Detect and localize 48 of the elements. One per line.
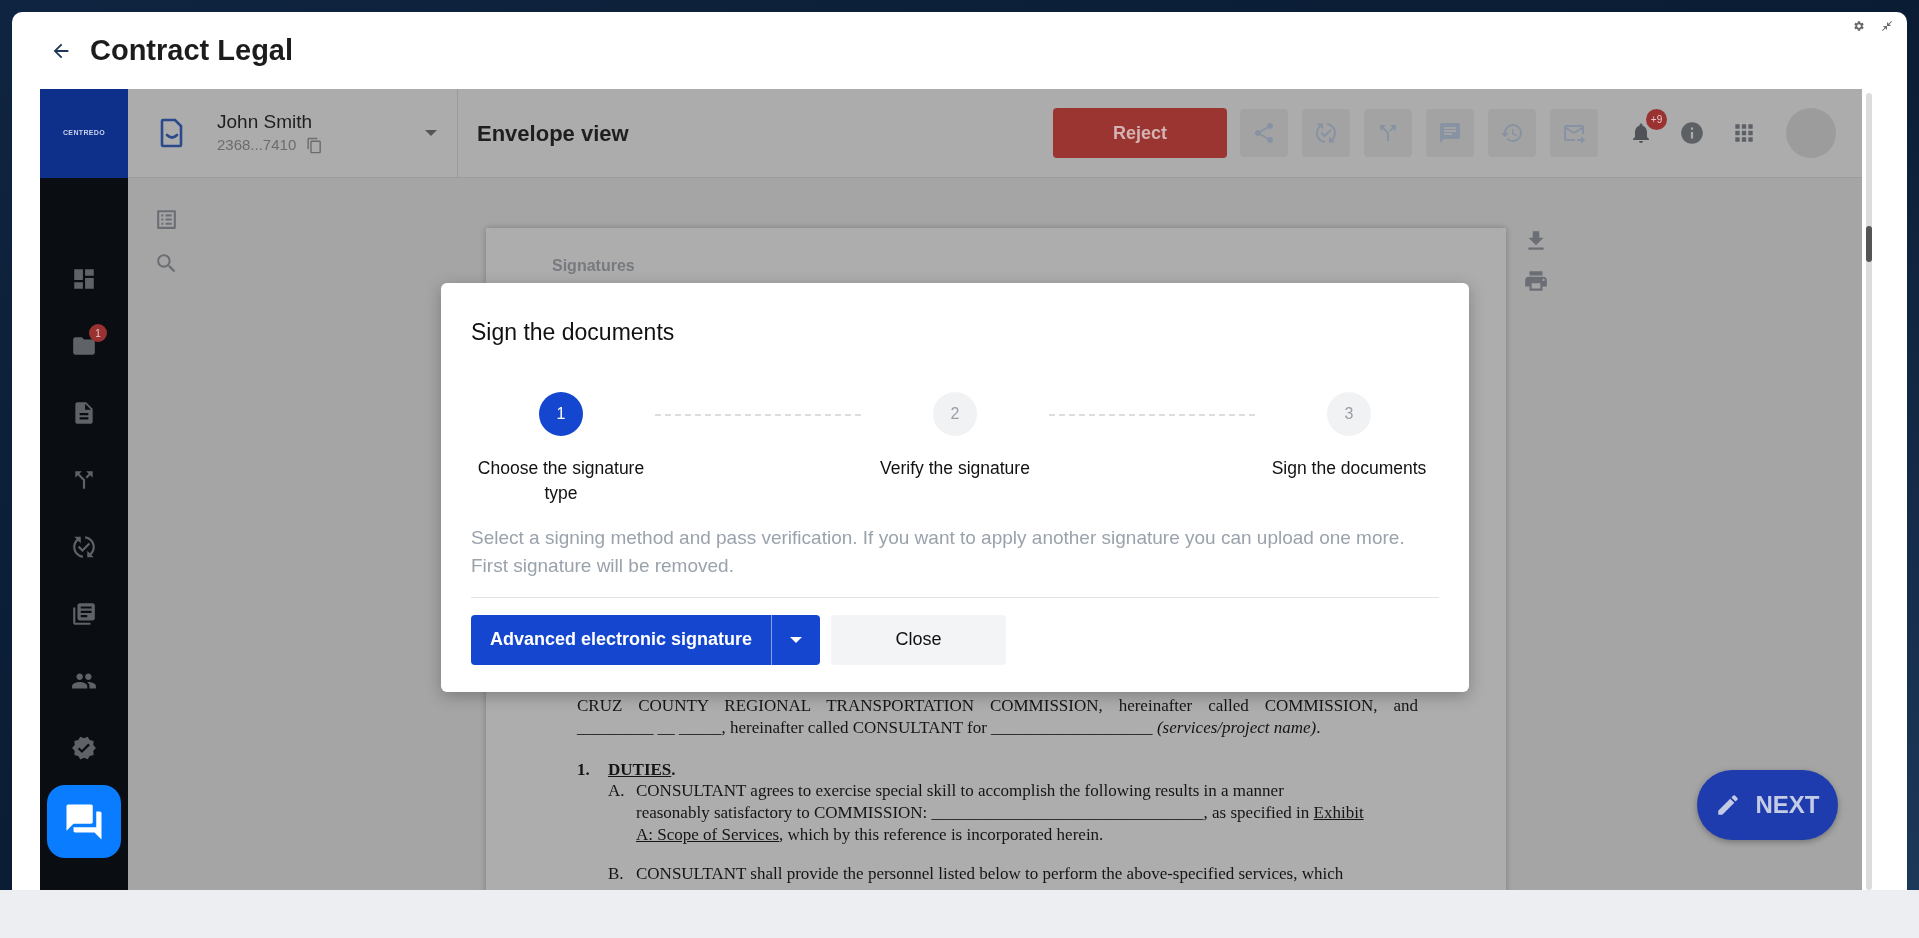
step-number: 3	[1327, 391, 1371, 436]
document-line: CONSULTANT agrees to exercise special skill to accomplish the following results in a manner	[636, 780, 1284, 802]
notification-badge: 1	[89, 324, 107, 342]
dropdown-caret-icon	[425, 130, 437, 136]
document-line: CRUZ COUNTY REGIONAL TRANSPORTATION COMMISSION, hereinafter called COMMISSION, and	[577, 695, 1418, 717]
view-title: Envelope view	[477, 119, 629, 148]
share-icon	[1252, 121, 1276, 145]
print-icon[interactable]	[1523, 268, 1549, 294]
document-icon	[160, 118, 184, 148]
caret-icon	[790, 636, 803, 643]
step-number: 2	[933, 391, 977, 436]
document-line: A: Scope of Services, which by this reference is incorporated herein.	[636, 824, 1104, 846]
dashboard-icon[interactable]	[71, 266, 97, 292]
document-line: _________ __ _____, hereinafter called CONSULTANT for ___________________ (services/project name).	[577, 717, 1321, 739]
sign-button[interactable]: Advanced electronic signature	[471, 614, 773, 665]
step-label: Sign the documents	[1271, 456, 1427, 480]
owner-name: John Smith	[217, 109, 314, 134]
reject-button[interactable]: Reject	[1053, 108, 1227, 158]
scrollbar-thumb[interactable]	[1865, 226, 1872, 262]
library-icon[interactable]	[71, 601, 97, 627]
item-marker: B.	[608, 863, 625, 885]
step-number: 1	[539, 391, 583, 436]
item-marker: A.	[608, 780, 626, 802]
sync-check-icon	[1314, 121, 1338, 145]
document-line: CONSULTANT shall provide the personnel listed below to perform the above-specified services, which	[636, 863, 1344, 885]
settings-icon[interactable]	[1853, 20, 1865, 32]
copy-icon[interactable]	[306, 136, 324, 154]
dialog-title: Sign the documents	[471, 318, 675, 347]
dropdown-button[interactable]	[772, 614, 821, 665]
dialog-description: Select a signing method and pass verification. If you want to apply another signature you can upload one more. First signature will be removed.	[471, 525, 1406, 578]
window-title: Contract Legal	[90, 32, 294, 68]
section-number: 1.	[577, 760, 591, 780]
chat-button[interactable]	[47, 785, 121, 858]
collapse-icon[interactable]	[1881, 20, 1893, 32]
history-icon	[1500, 121, 1524, 145]
notification-badge: +9	[1646, 109, 1667, 130]
verified-badge-icon[interactable]	[71, 735, 97, 761]
next-button[interactable]: NEXT	[1697, 770, 1838, 840]
message-icon	[1438, 121, 1462, 145]
document-line: reasonably satisfactory to COMMISSION: ________________________________, as specified in Exhibit	[636, 802, 1364, 824]
close-button[interactable]: Close	[831, 614, 1007, 665]
envelope-id: 2368...7410	[217, 134, 297, 155]
step-label: Verify the signature	[880, 456, 1030, 480]
document-line: DUTIES.	[608, 760, 676, 780]
info-icon[interactable]	[1679, 120, 1705, 146]
step-label: Choose the signature type	[476, 456, 646, 505]
list-icon[interactable]	[154, 207, 179, 232]
sync-check-icon[interactable]	[71, 534, 97, 560]
